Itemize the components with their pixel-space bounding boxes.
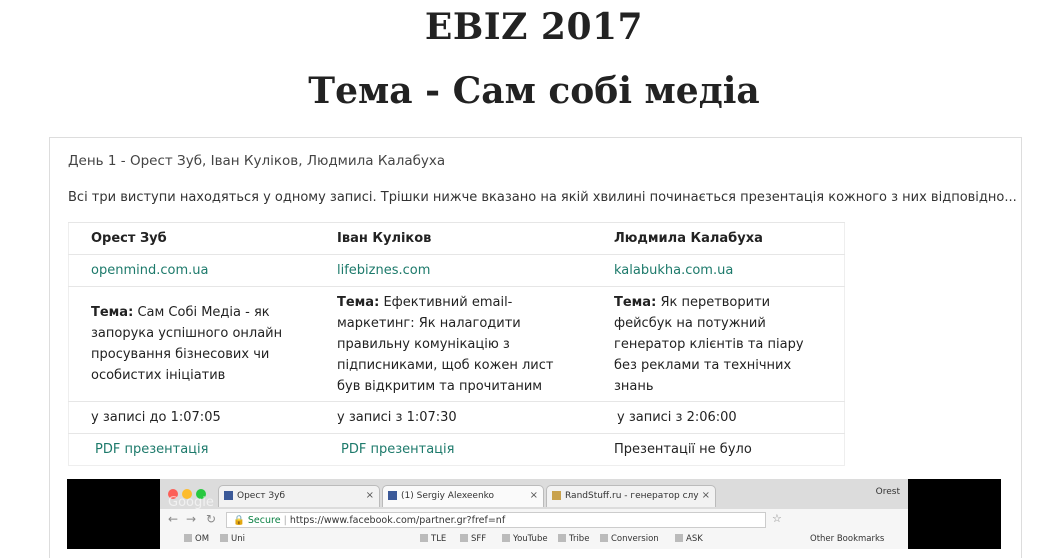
bookmarks-bar: OM Uni TLE SFF YouTube Tribe Conversion …	[160, 531, 908, 549]
topic-text: Тема: Як перетворити фейсбук на потужний…	[614, 292, 829, 397]
speaker-site-link[interactable]: kalabukha.com.ua	[614, 263, 733, 278]
browser-profile: Orest	[875, 487, 900, 497]
randstuff-icon	[552, 491, 561, 500]
table-cell: openmind.com.ua	[68, 254, 315, 287]
speaker-site-link[interactable]: lifebiznes.com	[337, 263, 430, 278]
browser-address-bar: 🔒 Secure | https://www.facebook.com/part…	[226, 512, 766, 528]
bookmark-item: OM	[184, 534, 209, 544]
browser-tab: Орест Зуб ×	[218, 485, 380, 507]
bookmark-item: Tribe	[558, 534, 589, 544]
forward-icon: →	[186, 512, 197, 526]
page-subtitle: Тема - Сам собі медіа	[308, 70, 760, 112]
bookmark-item: Uni	[220, 534, 245, 544]
table-row: openmind.com.ua lifebiznes.com kalabukha…	[68, 254, 845, 287]
bookmark-item: SFF	[460, 534, 486, 544]
table-row: Орест Зуб Іван Куліков Людмила Калабуха	[68, 222, 845, 255]
facebook-icon	[224, 491, 233, 500]
back-icon: ←	[168, 512, 179, 526]
topic-label: Тема:	[614, 294, 657, 310]
browser-tab: (1) Sergiy Alexeenko ×	[382, 485, 544, 507]
bookmark-item: ASK	[675, 534, 703, 544]
topic-text: Тема: Ефективний email-маркетинг: Як нал…	[337, 292, 567, 397]
table-cell: Тема: Як перетворити фейсбук на потужний…	[592, 286, 845, 402]
table-row: у записі до 1:07:05 у записі з 1:07:30 у…	[68, 401, 845, 434]
intro-text: Всі три виступи находяться у одному запи…	[68, 190, 1017, 205]
topic-text: Тема: Сам Собі Медіа - як запорука успіш…	[91, 302, 286, 386]
speakers-table: Орест Зуб Іван Куліков Людмила Калабуха …	[68, 222, 845, 466]
day-heading: День 1 - Орест Зуб, Іван Куліков, Людмил…	[68, 153, 446, 169]
table-cell: Тема: Сам Собі Медіа - як запорука успіш…	[68, 286, 315, 402]
star-icon: ☆	[772, 512, 782, 525]
topic-label: Тема:	[91, 305, 134, 320]
browser-tab-bar: Орест Зуб × (1) Sergiy Alexeenko × RandS…	[160, 479, 908, 509]
table-cell: PDF презентація	[68, 433, 315, 466]
table-row: Тема: Сам Собі Медіа - як запорука успіш…	[68, 286, 845, 402]
url-text: https://www.facebook.com/partner.gr?fref…	[289, 515, 506, 526]
bookmark-item: YouTube	[502, 534, 548, 544]
video-player[interactable]: Орест Зуб × (1) Sergiy Alexeenko × RandS…	[67, 479, 1001, 549]
lock-icon: 🔒	[233, 515, 245, 526]
speaker-name: Орест Зуб	[68, 222, 315, 255]
video-frame-browser: Орест Зуб × (1) Sergiy Alexeenko × RandS…	[160, 479, 908, 549]
topic-label: Тема:	[337, 294, 380, 310]
recording-time: у записі до 1:07:05	[68, 401, 315, 434]
recording-time: у записі з 1:07:30	[315, 401, 592, 434]
pdf-presentation-link[interactable]: PDF презентація	[341, 442, 454, 457]
google-watermark: Google	[168, 495, 214, 510]
table-cell: Тема: Ефективний email-маркетинг: Як нал…	[315, 286, 592, 402]
page-title: EBIZ 2017	[424, 6, 644, 48]
speaker-site-link[interactable]: openmind.com.ua	[91, 263, 208, 278]
close-tab-icon: ×	[701, 490, 710, 501]
bookmark-item: Other Bookmarks	[810, 534, 885, 544]
secure-label: Secure	[247, 515, 281, 526]
close-tab-icon: ×	[365, 490, 374, 501]
recording-time: у записі з 2:06:00	[592, 401, 845, 434]
no-presentation-text: Презентації не було	[592, 433, 845, 466]
table-cell: PDF презентація	[315, 433, 592, 466]
speaker-name: Іван Куліков	[315, 222, 592, 255]
bookmark-item: TLE	[420, 534, 446, 544]
facebook-icon	[388, 491, 397, 500]
table-cell: lifebiznes.com	[315, 254, 592, 287]
bookmark-item: Conversion	[600, 534, 659, 544]
tab-label: (1) Sergiy Alexeenko	[401, 491, 495, 501]
tab-label: Орест Зуб	[237, 491, 286, 501]
browser-toolbar: ← → ↻ 🔒 Secure | https://www.facebook.co…	[160, 509, 908, 531]
table-row: PDF презентація PDF презентація Презента…	[68, 433, 845, 466]
tab-label: RandStuff.ru - генератор слу	[565, 491, 699, 501]
pdf-presentation-link[interactable]: PDF презентація	[95, 442, 208, 457]
browser-tab: RandStuff.ru - генератор слу ×	[546, 485, 716, 507]
speaker-name: Людмила Калабуха	[592, 222, 845, 255]
table-cell: kalabukha.com.ua	[592, 254, 845, 287]
close-tab-icon: ×	[529, 490, 538, 501]
reload-icon: ↻	[206, 512, 217, 526]
